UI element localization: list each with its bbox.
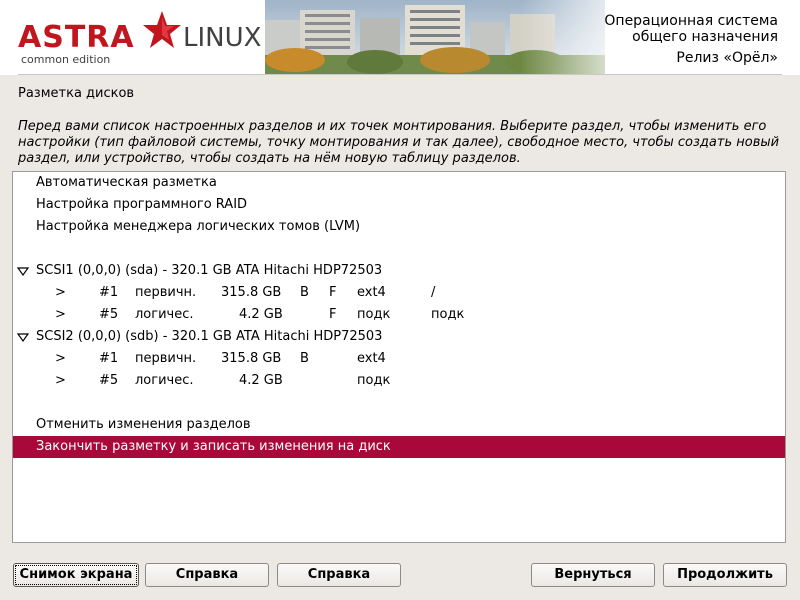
partition-type: логичес. bbox=[135, 307, 194, 322]
page-description: Перед вами список настроенных разделов и… bbox=[18, 119, 780, 166]
format-flag: F bbox=[329, 285, 337, 300]
partition-arrow: > bbox=[55, 307, 66, 322]
partition-type: первичн. bbox=[135, 285, 197, 300]
bootable-flag: B bbox=[300, 351, 309, 366]
partition-number: #1 bbox=[99, 351, 119, 366]
os-title-line2: общего назначения bbox=[632, 29, 778, 45]
help-button-2[interactable]: Справка bbox=[277, 563, 401, 587]
list-item-label: Настройка программного RAID bbox=[36, 197, 248, 212]
partition-row[interactable]: > #1 первичн. 315.8 GB B ext4 bbox=[13, 348, 785, 370]
partition-arrow: > bbox=[55, 373, 66, 388]
screenshot-button[interactable]: Снимок экрана bbox=[13, 563, 139, 587]
page-title: Разметка дисков bbox=[18, 86, 135, 101]
help-button[interactable]: Справка bbox=[145, 563, 269, 587]
partition-list[interactable]: Автоматическая разметка Настройка програ… bbox=[12, 171, 786, 543]
astra-linux-logo: ASTRA LINUX common edition bbox=[18, 11, 262, 66]
disk-label: SCSI1 (0,0,0) (sda) - 320.1 GB ATA Hitac… bbox=[36, 263, 383, 278]
filesystem: подк bbox=[357, 373, 391, 388]
list-item-label: Автоматическая разметка bbox=[36, 175, 217, 190]
partition-row[interactable]: > #1 первичн. 315.8 GB B F ext4 / bbox=[13, 282, 785, 304]
logo-subtitle: common edition bbox=[21, 53, 111, 66]
filesystem: ext4 bbox=[357, 351, 386, 366]
partition-type: первичн. bbox=[135, 351, 197, 366]
back-button[interactable]: Вернуться bbox=[531, 563, 655, 587]
disk-row-sda[interactable]: SCSI1 (0,0,0) (sda) - 320.1 GB ATA Hitac… bbox=[13, 260, 785, 282]
partition-size: 4.2 GB bbox=[239, 307, 283, 322]
list-item-label: Настройка менеджера логических томов (LV… bbox=[36, 219, 361, 234]
mount-point: подк bbox=[431, 307, 465, 322]
logo-linux-text: LINUX bbox=[183, 23, 262, 53]
format-flag: F bbox=[329, 307, 337, 322]
mount-point: / bbox=[431, 285, 436, 300]
release-title: Релиз «Орёл» bbox=[676, 50, 778, 66]
header-banner: ASTRA LINUX common edition Операционная … bbox=[0, 0, 800, 75]
filesystem: ext4 bbox=[357, 285, 386, 300]
bootable-flag: B bbox=[300, 285, 309, 300]
banner-divider bbox=[18, 74, 782, 75]
partition-number: #5 bbox=[99, 373, 119, 388]
continue-button[interactable]: Продолжить bbox=[663, 563, 787, 587]
list-item-auto-partition[interactable]: Автоматическая разметка bbox=[13, 172, 785, 194]
star-icon bbox=[143, 11, 181, 48]
list-item-finish-partitioning[interactable]: Закончить разметку и записать изменения … bbox=[13, 436, 785, 458]
os-title-block: Операционная система общего назначения Р… bbox=[604, 13, 778, 67]
disk-row-sdb[interactable]: SCSI2 (0,0,0) (sdb) - 320.1 GB ATA Hitac… bbox=[13, 326, 785, 348]
list-item-label: Закончить разметку и записать изменения … bbox=[36, 439, 391, 454]
partition-number: #5 bbox=[99, 307, 119, 322]
disk-label: SCSI2 (0,0,0) (sdb) - 320.1 GB ATA Hitac… bbox=[36, 329, 383, 344]
partition-size: 315.8 GB bbox=[221, 351, 282, 366]
list-item-lvm[interactable]: Настройка менеджера логических томов (LV… bbox=[13, 216, 785, 238]
partition-row[interactable]: > #5 логичес. 4.2 GB F подк подк bbox=[13, 304, 785, 326]
partition-type: логичес. bbox=[135, 373, 194, 388]
partition-row[interactable]: > #5 логичес. 4.2 GB подк bbox=[13, 370, 785, 392]
expand-triangle-icon[interactable] bbox=[15, 260, 31, 282]
partition-arrow: > bbox=[55, 351, 66, 366]
filesystem: подк bbox=[357, 307, 391, 322]
partition-size: 4.2 GB bbox=[239, 373, 283, 388]
partition-size: 315.8 GB bbox=[221, 285, 282, 300]
partition-arrow: > bbox=[55, 285, 66, 300]
expand-triangle-icon[interactable] bbox=[15, 326, 31, 348]
logo-astra-text: ASTRA bbox=[18, 20, 135, 55]
list-item-undo-changes[interactable]: Отменить изменения разделов bbox=[13, 414, 785, 436]
list-item-raid[interactable]: Настройка программного RAID bbox=[13, 194, 785, 216]
list-item-label: Отменить изменения разделов bbox=[36, 417, 251, 432]
partition-number: #1 bbox=[99, 285, 119, 300]
os-title-line1: Операционная система bbox=[604, 13, 778, 29]
